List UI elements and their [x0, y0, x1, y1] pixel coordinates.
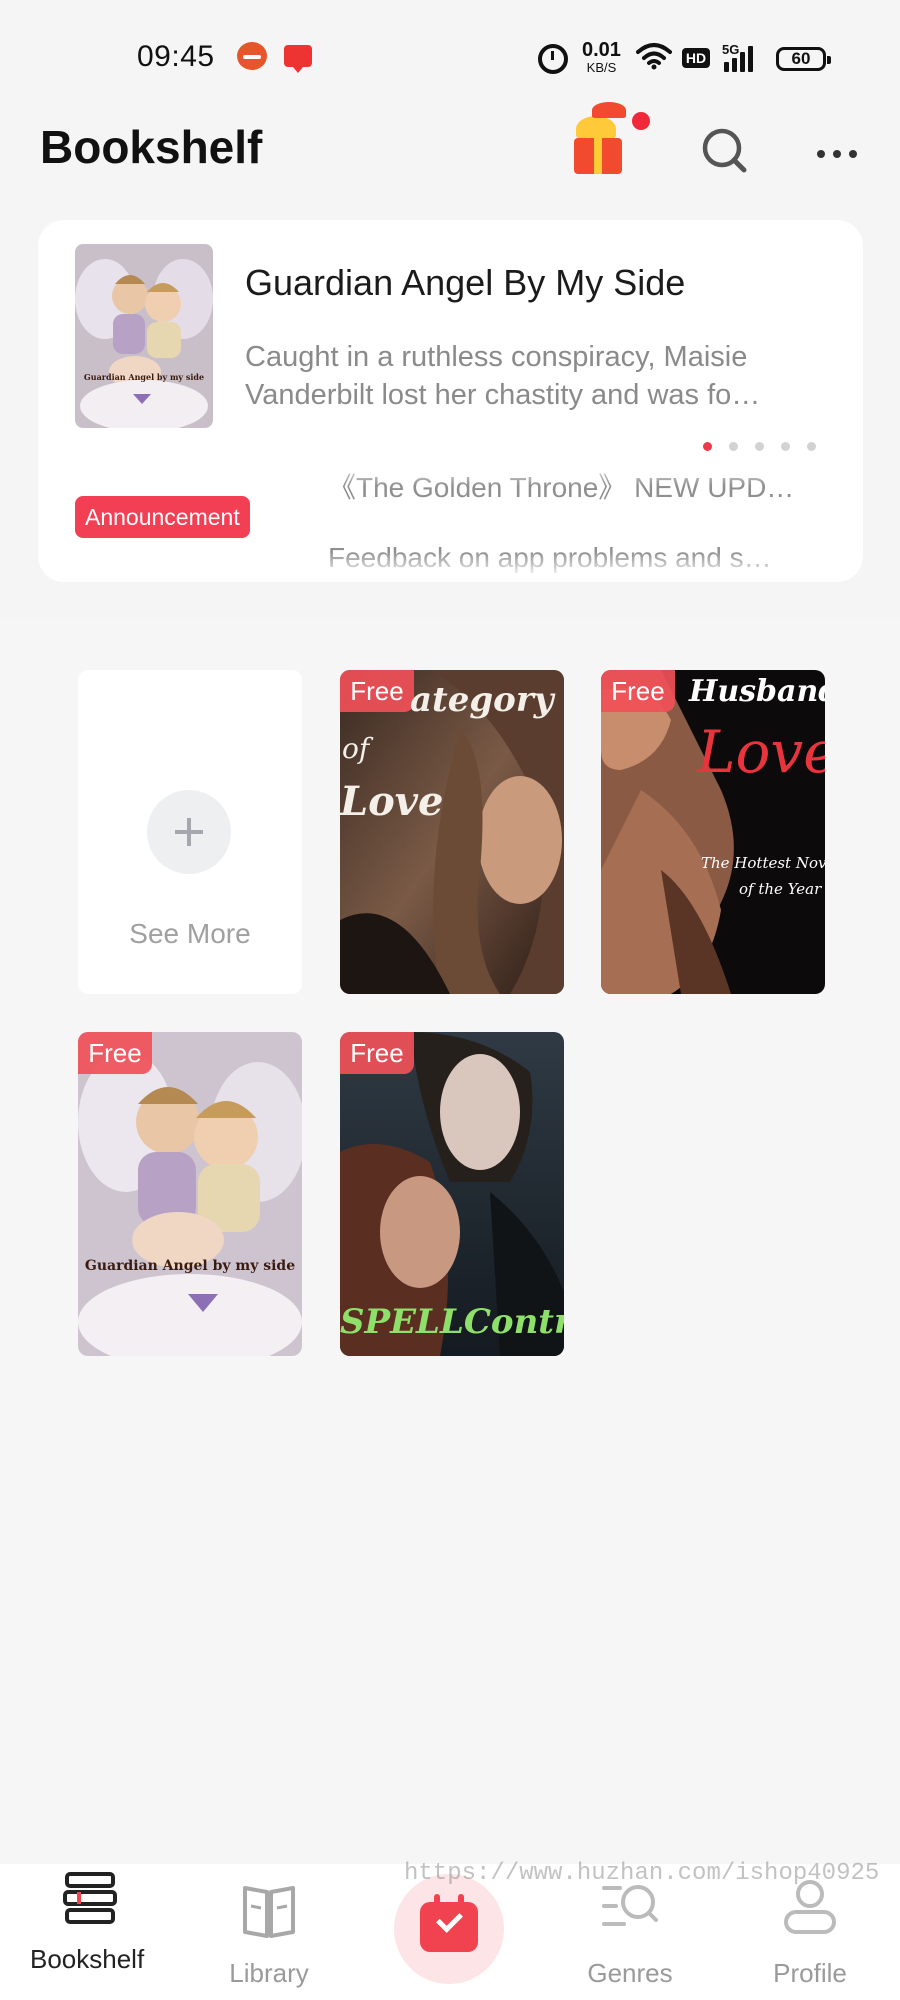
- more-icon[interactable]: [815, 140, 863, 168]
- book-cover-title: of the Year: [739, 880, 822, 898]
- carousel-dot: [755, 442, 764, 451]
- see-more-button[interactable]: See More: [78, 670, 302, 994]
- notification-dot: [632, 112, 650, 130]
- watermark: https://www.huzhan.com/ishop40925: [404, 1860, 880, 1887]
- carousel-dot: [807, 442, 816, 451]
- free-badge: Free: [78, 1032, 152, 1074]
- battery-icon: 60: [776, 47, 831, 71]
- search-icon[interactable]: [700, 126, 748, 174]
- nav-label-genres: Genres: [587, 1958, 673, 1988]
- network-speed-unit: KB/S: [586, 60, 617, 75]
- notification-app-icon: [237, 42, 267, 70]
- nav-item-bookshelf[interactable]: Bookshelf: [12, 1864, 162, 2000]
- book-cover-title: Guardian Angel by my side: [84, 1258, 296, 1274]
- announcement-ticker[interactable]: 《The Golden Throne》 NEW UPD… Feedback on…: [288, 460, 848, 578]
- announcement-badge: Announcement: [75, 496, 250, 538]
- book-cover-title: ategory: [410, 680, 554, 720]
- status-time: 09:45: [137, 40, 215, 73]
- notification-message-icon: [284, 45, 312, 73]
- check-in-calendar-icon: [420, 1894, 478, 1952]
- carousel-dot: [781, 442, 790, 451]
- network-speed-value: 0.01: [582, 39, 621, 61]
- network-speed: 0.01 KB/S: [582, 40, 621, 74]
- free-badge: Free: [340, 670, 414, 712]
- shelf-book[interactable]: Free Guardian Angel by my side: [78, 1032, 302, 1356]
- free-badge: Free: [601, 670, 675, 712]
- featured-book-description: Caught in a ruthless conspiracy, Maisie …: [245, 341, 761, 411]
- book-cover-title: Love: [697, 718, 825, 786]
- carousel-dot: [729, 442, 738, 451]
- nav-label-bookshelf: Bookshelf: [30, 1944, 145, 1974]
- book-cover-title: The Hottest Novel: [701, 854, 825, 872]
- featured-cover-title: Guardian Angel by my side: [83, 372, 205, 382]
- nav-item-library[interactable]: Library: [194, 1864, 344, 2000]
- cellular-signal-icon: 5G: [722, 42, 760, 72]
- shelf-book[interactable]: Free ategory of Love: [340, 670, 564, 994]
- nav-label-profile: Profile: [773, 1958, 847, 1988]
- featured-book-card[interactable]: Guardian Angel by my side Guardian Angel…: [38, 220, 863, 582]
- shelf-book[interactable]: Free Husband's Love The Hottest Novel of…: [601, 670, 825, 994]
- check-in-button[interactable]: [394, 1874, 504, 1984]
- alarm-icon: [538, 44, 568, 74]
- book-cover-title: SPELLContract: [340, 1302, 564, 1342]
- shelf-book[interactable]: Free SPELLContract: [340, 1032, 564, 1356]
- wifi-icon: [636, 43, 672, 70]
- hd-voice-badge: HD: [682, 48, 710, 68]
- featured-book-cover[interactable]: Guardian Angel by my side: [75, 244, 213, 428]
- carousel-indicator: [703, 442, 823, 452]
- nav-label-library: Library: [229, 1958, 309, 1988]
- library-icon: [243, 1886, 295, 1938]
- plus-icon: [147, 790, 231, 874]
- status-bar: 09:45 0.01 KB/S HD 5G 60: [0, 30, 900, 90]
- free-badge: Free: [340, 1032, 414, 1074]
- bookshelf-icon: [63, 1872, 117, 1924]
- book-cover-title: Husband's: [689, 674, 825, 709]
- carousel-dot: [703, 442, 712, 451]
- featured-book-title[interactable]: Guardian Angel By My Side: [245, 262, 685, 304]
- see-more-label: See More: [129, 918, 251, 949]
- gift-icon[interactable]: [566, 100, 650, 178]
- page-title: Bookshelf: [40, 121, 263, 173]
- book-cover-title: Love: [340, 778, 444, 825]
- network-type-label: 5G: [722, 42, 740, 57]
- book-cover-title: of: [342, 732, 370, 765]
